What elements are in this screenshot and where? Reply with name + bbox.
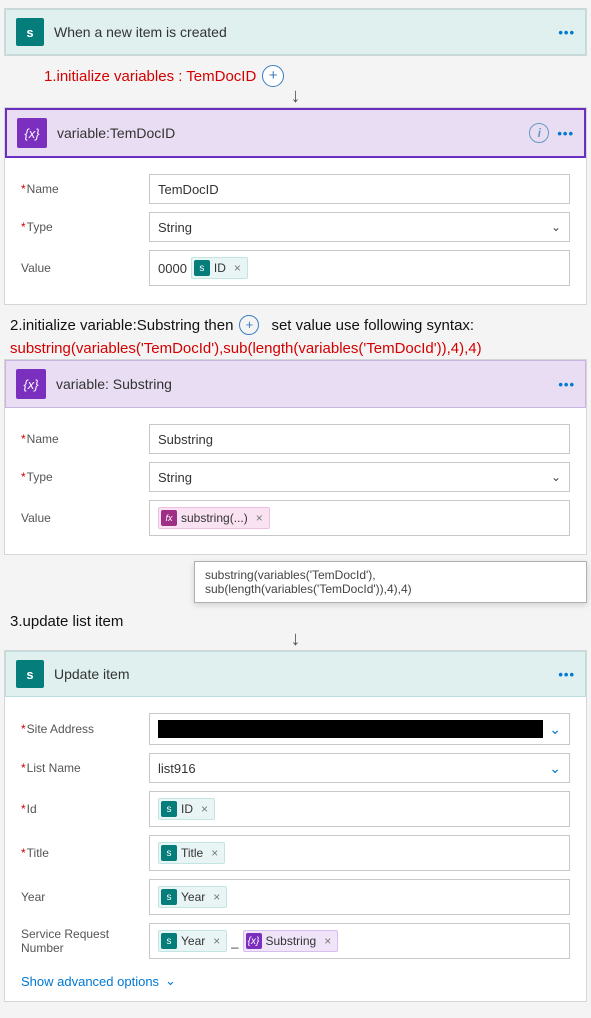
variable-temdocid-card: {x} variable:TemDocID i ••• Name TemDocI… <box>4 107 587 305</box>
value-label: Value <box>21 511 149 525</box>
token-year[interactable]: s Year × <box>158 886 227 908</box>
remove-token-icon[interactable]: × <box>201 802 208 816</box>
chevron-down-icon: ⌄ <box>165 973 176 989</box>
fx-icon: fx <box>161 510 177 526</box>
sharepoint-icon: s <box>16 660 44 688</box>
site-address-select[interactable]: ⌄ <box>149 713 570 745</box>
update-item-title: Update item <box>54 666 548 682</box>
list-name-select[interactable]: list916 ⌄ <box>149 753 570 783</box>
title-label: Title <box>21 846 149 860</box>
id-label: Id <box>21 802 149 816</box>
variable-temdocid-title: variable:TemDocID <box>57 125 519 141</box>
site-address-label: Site Address <box>21 722 149 736</box>
arrow-down-icon: ↓ <box>291 87 301 105</box>
token-fx[interactable]: fx substring(...) × <box>158 507 270 529</box>
update-item-card: s Update item ••• Site Address ⌄ List Na… <box>4 650 587 1002</box>
id-input[interactable]: s ID × <box>149 791 570 827</box>
annotation-2a: 2.initialize variable:Substring then <box>10 317 233 334</box>
variable-substring-card: {x} variable: Substring ••• Name Substri… <box>4 359 587 555</box>
value-label: Value <box>21 261 149 275</box>
variable-temdocid-header[interactable]: {x} variable:TemDocID i ••• <box>5 108 586 158</box>
value-input[interactable]: fx substring(...) × <box>149 500 570 536</box>
remove-token-icon[interactable]: × <box>324 934 331 948</box>
type-select[interactable]: String ⌄ <box>149 212 570 242</box>
sharepoint-icon: s <box>161 801 177 817</box>
token-title[interactable]: s Title × <box>158 842 225 864</box>
sharepoint-icon: s <box>194 260 210 276</box>
variable-substring-body: Name Substring Type String ⌄ Value fx su… <box>5 408 586 554</box>
show-advanced-link[interactable]: Show advanced options ⌄ <box>15 967 176 991</box>
title-input[interactable]: s Title × <box>149 835 570 871</box>
add-step-icon[interactable]: + <box>239 315 259 335</box>
sharepoint-icon: s <box>16 18 44 46</box>
ellipsis-icon[interactable]: ••• <box>558 377 575 392</box>
chevron-down-icon: ⌄ <box>549 721 561 738</box>
name-input[interactable]: TemDocID <box>149 174 570 204</box>
annotation-2-row: 2.initialize variable:Substring then + s… <box>4 313 587 336</box>
token-substring[interactable]: {x} Substring × <box>243 930 339 952</box>
variable-substring-header[interactable]: {x} variable: Substring ••• <box>5 360 586 408</box>
type-label: Type <box>21 470 149 484</box>
srn-separator: _ <box>231 934 238 949</box>
trigger-header[interactable]: s When a new item is created ••• <box>5 9 586 55</box>
type-select[interactable]: String ⌄ <box>149 462 570 492</box>
chevron-down-icon: ⌄ <box>551 470 561 484</box>
sharepoint-icon: s <box>161 889 177 905</box>
variable-substring-title: variable: Substring <box>56 376 548 392</box>
remove-token-icon[interactable]: × <box>213 934 220 948</box>
annotation-2b: set value use following syntax: <box>271 317 474 334</box>
variable-icon: {x} <box>246 933 262 949</box>
name-label: Name <box>21 432 149 446</box>
remove-token-icon[interactable]: × <box>213 890 220 904</box>
variable-icon: {x} <box>17 118 47 148</box>
remove-token-icon[interactable]: × <box>234 261 241 275</box>
ellipsis-icon[interactable]: ••• <box>558 25 575 40</box>
token-id[interactable]: s ID × <box>158 798 215 820</box>
expression-tooltip: substring(variables('TemDocId'), sub(len… <box>194 561 587 603</box>
update-item-body: Site Address ⌄ List Name list916 ⌄ Id s … <box>5 697 586 1001</box>
annotation-1: 1.initialize variables : TemDocID <box>44 68 256 85</box>
srn-input[interactable]: s Year × _ {x} Substring × <box>149 923 570 959</box>
info-icon[interactable]: i <box>529 123 549 143</box>
update-item-header[interactable]: s Update item ••• <box>5 651 586 697</box>
chevron-down-icon: ⌄ <box>551 220 561 234</box>
year-label: Year <box>21 890 149 904</box>
add-step-icon[interactable]: + <box>262 65 284 87</box>
flow-arrow: ↓ <box>4 87 587 105</box>
annotation-1-row: 1.initialize variables : TemDocID + <box>4 64 587 87</box>
list-name-label: List Name <box>21 761 149 775</box>
type-label: Type <box>21 220 149 234</box>
variable-temdocid-body: Name TemDocID Type String ⌄ Value 0000 s… <box>5 158 586 304</box>
token-year[interactable]: s Year × <box>158 930 227 952</box>
value-input[interactable]: 0000 s ID × <box>149 250 570 286</box>
variable-icon: {x} <box>16 369 46 399</box>
sharepoint-icon: s <box>161 845 177 861</box>
srn-label: Service Request Number <box>21 927 149 955</box>
flow-arrow: ↓ <box>4 630 587 648</box>
remove-token-icon[interactable]: × <box>211 846 218 860</box>
ellipsis-icon[interactable]: ••• <box>557 126 574 141</box>
chevron-down-icon: ⌄ <box>549 760 561 777</box>
remove-token-icon[interactable]: × <box>256 511 263 525</box>
annotation-2-expr: substring(variables('TemDocId'),sub(leng… <box>10 340 587 357</box>
name-label: Name <box>21 182 149 196</box>
arrow-down-icon: ↓ <box>291 630 301 648</box>
sharepoint-icon: s <box>161 933 177 949</box>
token-id[interactable]: s ID × <box>191 257 248 279</box>
ellipsis-icon[interactable]: ••• <box>558 667 575 682</box>
name-input[interactable]: Substring <box>149 424 570 454</box>
year-input[interactable]: s Year × <box>149 879 570 915</box>
value-prefix: 0000 <box>158 261 187 276</box>
trigger-title: When a new item is created <box>54 24 548 40</box>
trigger-card: s When a new item is created ••• <box>4 8 587 56</box>
